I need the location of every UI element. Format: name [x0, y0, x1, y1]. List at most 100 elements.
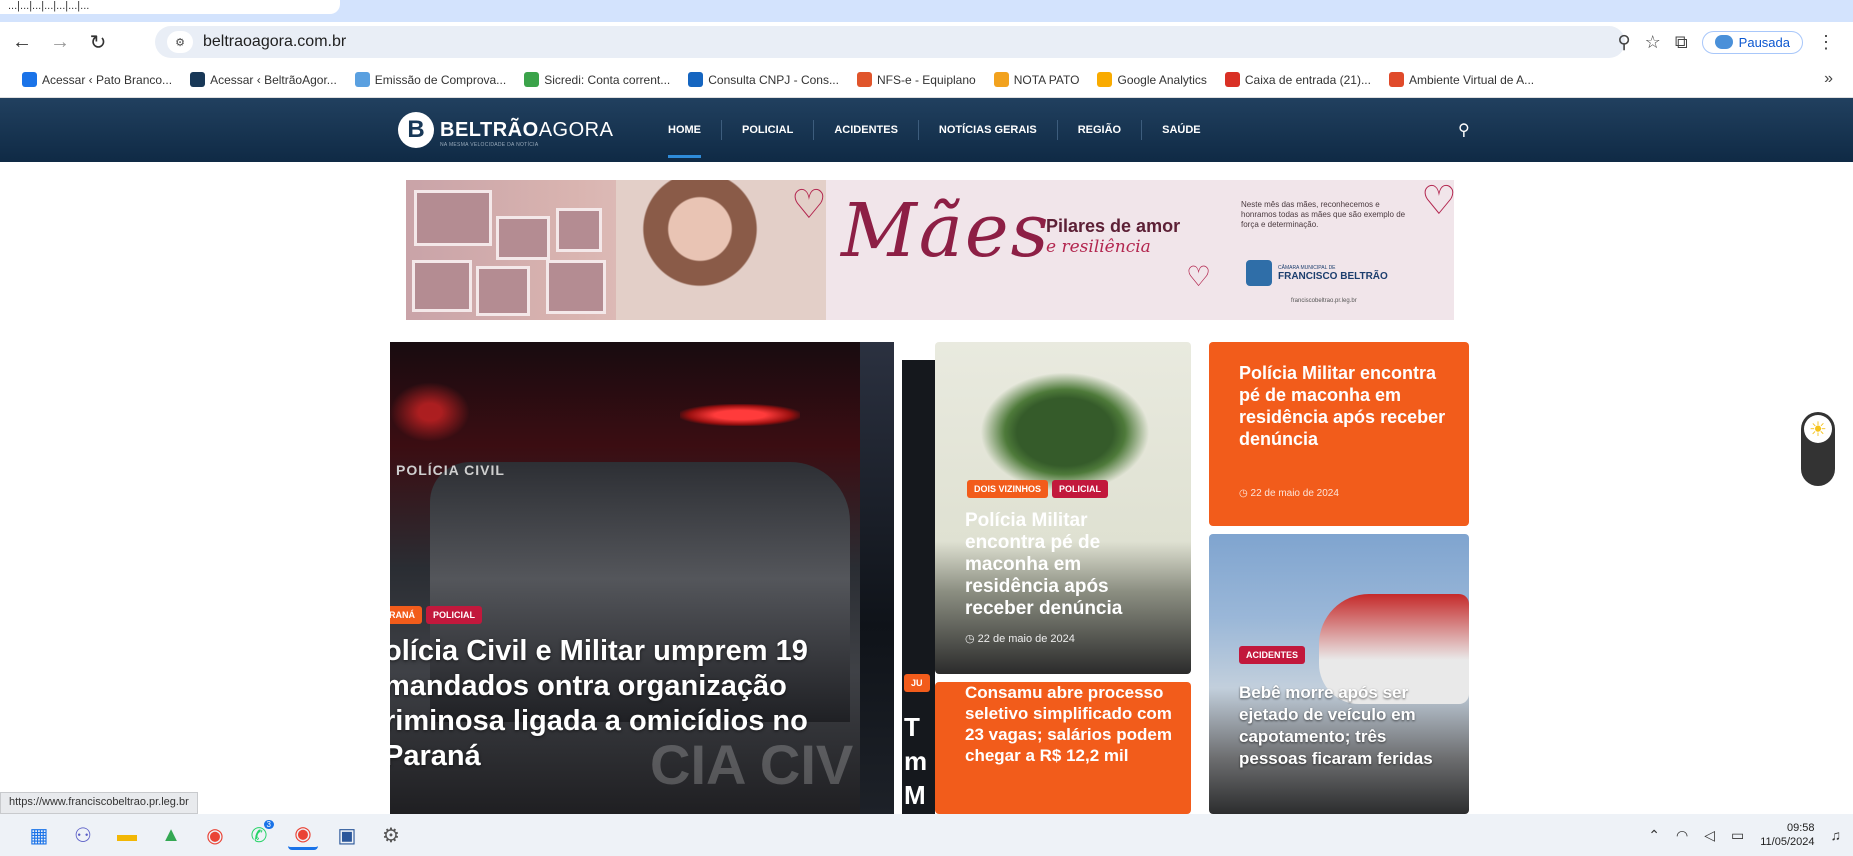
bookmark-item[interactable]: NOTA PATO: [993, 72, 1080, 87]
chrome-icon[interactable]: ◉: [200, 820, 230, 850]
bookmark-label: NOTA PATO: [1013, 72, 1080, 87]
address-bar[interactable]: ⚙ beltraoagora.com.br: [155, 26, 1625, 58]
clock-date: 11/05/2024: [1760, 836, 1815, 848]
heart-icon: ♡: [791, 183, 827, 227]
bookmark-item[interactable]: Google Analytics: [1097, 72, 1207, 87]
bookmark-item[interactable]: Caixa de entrada (21)...: [1224, 72, 1371, 87]
collage-photo: [556, 208, 602, 252]
bookmark-label: Emissão de Comprova...: [374, 72, 507, 87]
volume-icon[interactable]: ◁: [1704, 827, 1715, 844]
nav-regiao[interactable]: REGIÃO: [1058, 120, 1143, 140]
bookmark-label: NFS-e - Equiplano: [876, 72, 976, 87]
url-text: beltraoagora.com.br: [203, 33, 347, 50]
bookmark-label: Sicredi: Conta corrent...: [544, 72, 671, 87]
bookmark-item[interactable]: Consulta CNPJ - Cons...: [688, 72, 839, 87]
wifi-icon[interactable]: ◠: [1676, 827, 1688, 844]
nav-policial[interactable]: POLICIAL: [722, 120, 815, 140]
orange-article-card[interactable]: Polícia Militar encontra pé de maconha e…: [1209, 342, 1469, 526]
site-info-icon[interactable]: ⚙: [167, 31, 193, 53]
mothers-day-banner[interactable]: ♡ ♡ ♡ Mães Pilares de amor e resiliência…: [406, 180, 1454, 320]
bookmark-item[interactable]: Sicredi: Conta corrent...: [524, 72, 670, 87]
theme-toggle[interactable]: ☀: [1801, 412, 1835, 486]
plant-tags: DOIS VIZINHOS POLICIAL: [967, 480, 1109, 498]
reload-icon[interactable]: ↻: [82, 26, 114, 58]
hero-article-title[interactable]: olícia Civil e Militar umprem 19 mandado…: [390, 634, 854, 774]
status-url: https://www.franciscobeltrao.pr.leg.br: [0, 792, 198, 814]
word-icon[interactable]: ▣: [332, 820, 362, 850]
bookmark-item[interactable]: Emissão de Comprova...: [354, 72, 507, 87]
whatsapp-icon[interactable]: ✆ 3: [244, 820, 274, 850]
consamu-article-card[interactable]: Consamu abre processo seletivo simplific…: [935, 682, 1191, 814]
police-lights: [390, 382, 470, 442]
slider-next-card[interactable]: JU: [860, 342, 894, 814]
tag-fragment: JU: [904, 674, 930, 692]
plant-article-title[interactable]: Polícia Militar encontra pé de maconha e…: [965, 510, 1165, 620]
collage-photo: [412, 260, 472, 312]
avatar: [1714, 35, 1733, 49]
nav-saude[interactable]: SAÚDE: [1142, 120, 1221, 140]
accident-article-card[interactable]: ACIDENTES Bebê morre após ser ejetado de…: [1209, 534, 1469, 814]
title-fragment: M: [904, 780, 926, 810]
slider-next-card-overlay: JU T m M: [902, 360, 935, 814]
logo-mark-icon: B: [398, 112, 434, 148]
tag-policial[interactable]: POLICIAL: [426, 606, 482, 624]
banner-headline: Mães: [841, 188, 1051, 274]
site-header: B BELTRÃOAGORA NA MESMA VELOCIDADE DA NO…: [0, 98, 1853, 162]
bookmark-favicon-icon: [993, 72, 1009, 87]
clock[interactable]: 09:58 11/05/2024: [1760, 821, 1814, 849]
nav-noticias-gerais[interactable]: NOTÍCIAS GERAIS: [919, 120, 1058, 140]
forward-icon[interactable]: →: [44, 26, 76, 58]
collage-photo: [414, 190, 492, 246]
bookmark-item[interactable]: Ambiente Virtual de A...: [1388, 72, 1534, 87]
teams-icon[interactable]: ⚇: [68, 820, 98, 850]
logo-tagline: NA MESMA VELOCIDADE DA NOTÍCIA: [440, 142, 539, 148]
chrome-active-icon[interactable]: ◉: [288, 820, 318, 850]
tag-parana[interactable]: RANÁ: [390, 606, 422, 624]
orange-article-title[interactable]: Polícia Militar encontra pé de maconha e…: [1239, 362, 1449, 450]
plant-image: [980, 372, 1150, 492]
star-icon[interactable]: ☆: [1645, 32, 1661, 53]
bookmark-favicon-icon: [1388, 72, 1404, 87]
back-icon[interactable]: ←: [6, 26, 38, 58]
collage-photo: [476, 266, 530, 316]
bookmark-favicon-icon: [190, 72, 206, 87]
settings-icon[interactable]: ⚙: [376, 820, 406, 850]
chevron-up-icon[interactable]: ⌃: [1648, 827, 1660, 844]
bookmark-item[interactable]: Acessar ‹ BeltrãoAgor...: [190, 72, 337, 87]
notifications-icon[interactable]: ♫: [1831, 827, 1842, 843]
nav-acidentes[interactable]: ACIDENTES: [814, 120, 919, 140]
main-nav: HOME POLICIAL ACIDENTES NOTÍCIAS GERAIS …: [648, 98, 1221, 162]
tab-fragment[interactable]: ...|...|...|...|...|...|...: [0, 0, 340, 14]
bookmark-item[interactable]: Acessar ‹ Pato Branco...: [22, 72, 172, 87]
police-siren: [680, 404, 800, 426]
windows-start-icon[interactable]: ▦: [24, 820, 54, 850]
title-fragment: m: [904, 746, 928, 776]
accident-article-title[interactable]: Bebê morre após ser ejetado de veículo e…: [1239, 682, 1459, 770]
consamu-article-title[interactable]: Consamu abre processo seletivo simplific…: [965, 682, 1175, 766]
bookmarks-more-button[interactable]: »: [1824, 70, 1833, 88]
menu-icon[interactable]: ⋮: [1817, 32, 1835, 53]
bookmark-label: Consulta CNPJ - Cons...: [708, 72, 839, 87]
tag-acidentes[interactable]: ACIDENTES: [1239, 646, 1306, 664]
profile-button[interactable]: Pausada: [1701, 30, 1803, 54]
system-tray: ⌃ ◠ ◁ ▭ 09:58 11/05/2024 ♫: [1648, 814, 1841, 856]
heart-icon: ♡: [1421, 180, 1454, 223]
bookmark-favicon-icon: [1224, 72, 1240, 87]
extensions-icon[interactable]: ⧉: [1675, 32, 1688, 53]
bookmark-favicon-icon: [1097, 72, 1113, 87]
zoom-icon[interactable]: ⚲: [1617, 32, 1630, 53]
banner-message: Neste mês das mães, reconhecemos e honra…: [1241, 200, 1406, 229]
bookmark-item[interactable]: NFS-e - Equiplano: [856, 72, 976, 87]
hero-article-card[interactable]: POLÍCIA CIVIL CIA CIV RANÁ POLICIAL olíc…: [390, 342, 860, 814]
nav-home[interactable]: HOME: [648, 120, 722, 158]
clock-time: 09:58: [1786, 822, 1815, 834]
file-explorer-icon[interactable]: ▬: [112, 820, 142, 850]
tag-dois-vizinhos[interactable]: DOIS VIZINHOS: [967, 480, 1049, 498]
plant-article-card[interactable]: DOIS VIZINHOS POLICIAL Polícia Militar e…: [935, 342, 1191, 674]
search-icon[interactable]: ⚲: [1458, 120, 1470, 140]
tag-policial[interactable]: POLICIAL: [1052, 480, 1109, 498]
battery-icon[interactable]: ▭: [1731, 827, 1744, 844]
site-logo[interactable]: B BELTRÃOAGORA NA MESMA VELOCIDADE DA NO…: [398, 112, 613, 148]
bookmark-label: Acessar ‹ Pato Branco...: [42, 72, 173, 87]
google-drive-icon[interactable]: ▲: [156, 820, 186, 850]
